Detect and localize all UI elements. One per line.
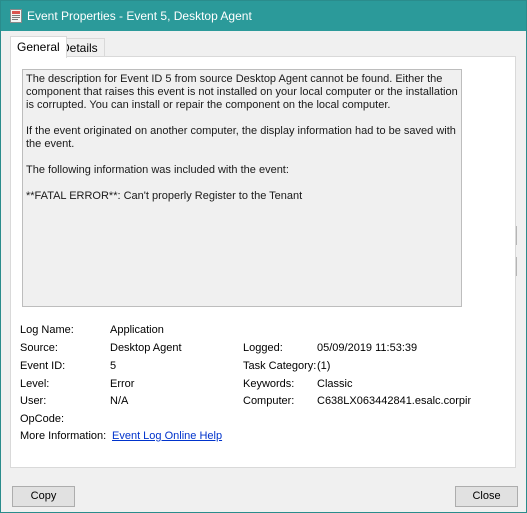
window-title: Event Properties - Event 5, Desktop Agen…: [27, 9, 252, 23]
title-bar[interactable]: Event Properties - Event 5, Desktop Agen…: [1, 1, 526, 31]
keywords-label: Keywords:: [243, 378, 295, 390]
event-id-value: 5: [110, 360, 117, 372]
tab-general[interactable]: General: [10, 36, 67, 58]
log-name-label: Log Name:: [20, 324, 74, 336]
log-name-value: Application: [110, 324, 164, 336]
opcode-label: OpCode:: [20, 413, 65, 425]
logged-label: Logged:: [243, 342, 283, 354]
computer-label: Computer:: [243, 395, 295, 407]
level-value: Error: [110, 378, 135, 390]
description-paragraph: The description for Event ID 5 from sour…: [26, 73, 461, 111]
event-description-box[interactable]: The description for Event ID 5 from sour…: [22, 69, 462, 307]
task-category-label: Task Category:: [243, 360, 317, 372]
logged-value: 05/09/2019 11:53:39: [317, 342, 418, 354]
event-properties-window: Event Properties - Event 5, Desktop Agen…: [0, 0, 527, 513]
user-value: N/A: [110, 395, 129, 407]
event-id-label: Event ID:: [20, 360, 66, 372]
source-label: Source:: [20, 342, 58, 354]
description-paragraph: **FATAL ERROR**: Can't properly Register…: [26, 190, 303, 202]
event-log-online-help-link[interactable]: Event Log Online Help: [112, 430, 222, 442]
event-properties-icon: [10, 9, 22, 23]
user-label: User:: [20, 395, 47, 407]
description-paragraph: If the event originated on another compu…: [26, 125, 459, 150]
source-value: Desktop Agent: [110, 342, 182, 354]
computer-value[interactable]: C638LX063442841.esalc.corpintra.ne: [317, 395, 471, 407]
close-button[interactable]: Close: [455, 486, 518, 507]
task-category-value: (1): [317, 360, 331, 372]
general-tab-panel: The description for Event ID 5 from sour…: [10, 56, 516, 468]
level-label: Level:: [20, 378, 50, 390]
more-information-label: More Information:: [20, 430, 107, 442]
copy-button[interactable]: Copy: [12, 486, 75, 507]
description-paragraph: The following information was included w…: [26, 164, 289, 176]
keywords-value: Classic: [317, 378, 353, 390]
